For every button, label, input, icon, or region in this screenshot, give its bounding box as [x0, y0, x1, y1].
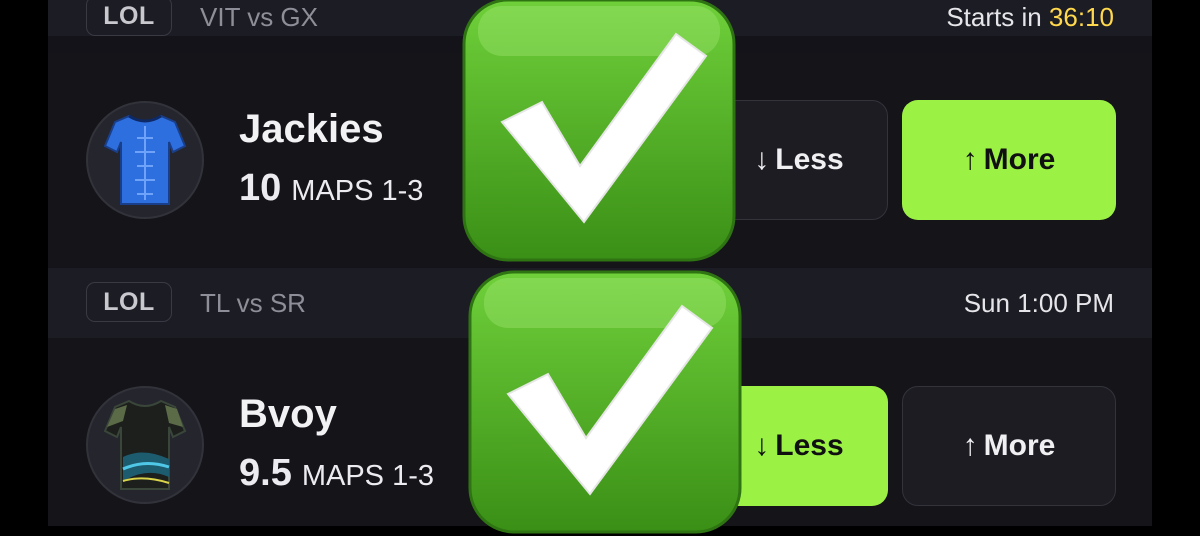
more-button[interactable]: ↑ More	[902, 100, 1116, 220]
line-value: 9.5	[239, 452, 292, 494]
player-name: Jackies	[239, 107, 384, 151]
start-time-value: Sun 1:00 PM	[963, 288, 1114, 318]
matchup-label: TL vs SR	[200, 288, 306, 318]
player-name: Bvoy	[239, 392, 337, 436]
check-mark-emoji	[468, 270, 742, 534]
projection-line: 10 MAPS 1-3	[239, 167, 423, 210]
start-time: Sun 1:00 PM	[964, 288, 1114, 319]
start-countdown: Starts in 36:10	[946, 2, 1114, 33]
player-avatar	[86, 386, 204, 504]
check-mark-emoji	[462, 0, 736, 262]
more-button[interactable]: ↑ More	[902, 386, 1116, 506]
camo-jersey-icon	[103, 399, 187, 490]
stat-type: MAPS 1-3	[301, 460, 434, 492]
arrow-down-icon: ↓	[754, 429, 770, 462]
projection-line: 9.5 MAPS 1-3	[239, 452, 434, 495]
league-badge: LOL	[86, 0, 172, 36]
player-avatar	[86, 101, 204, 219]
stat-type: MAPS 1-3	[291, 175, 424, 207]
more-label: More	[983, 143, 1056, 176]
blue-jersey-icon	[103, 114, 187, 205]
less-label: Less	[775, 429, 844, 462]
countdown-value: 36:10	[1048, 2, 1114, 32]
arrow-up-icon: ↑	[962, 143, 978, 176]
arrow-up-icon: ↑	[962, 429, 978, 462]
more-label: More	[983, 429, 1056, 462]
countdown-prefix: Starts in	[946, 2, 1042, 32]
matchup-label: VIT vs GX	[200, 2, 318, 32]
line-value: 10	[239, 167, 282, 209]
arrow-down-icon: ↓	[754, 143, 770, 176]
league-badge: LOL	[86, 282, 172, 322]
less-label: Less	[775, 143, 844, 176]
